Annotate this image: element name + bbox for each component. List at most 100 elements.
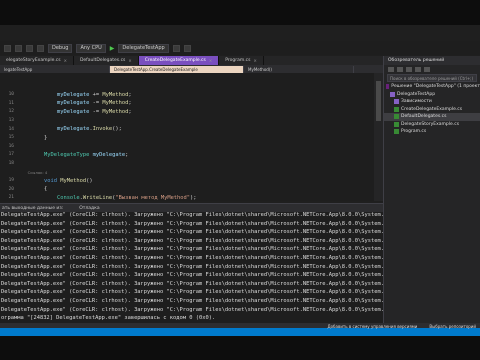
tree-item-label: DefaultDelegates.cs xyxy=(401,114,447,120)
output-line: DelegateTestApp.exe" (CoreCLR: clrhost).… xyxy=(1,220,383,227)
back-icon[interactable] xyxy=(388,66,394,72)
scrollbar-thumb[interactable] xyxy=(376,81,381,121)
project-icon xyxy=(390,91,395,97)
tab-0[interactable]: elegateStoryExample.cs × xyxy=(0,56,74,65)
repo-button[interactable]: Выбрать репозиторий xyxy=(429,324,476,329)
config-label: Debug xyxy=(52,45,69,51)
tree-item-label: Решение "DelegateTestApp" (1 проект xyxy=(391,84,480,90)
code-text: myDelegate -= MyMethod; xyxy=(56,100,132,107)
tree-item[interactable]: CreateDelegateExample.cs xyxy=(384,106,480,114)
tree-item-label: DelegateStoryExample.cs xyxy=(401,121,460,127)
status-bar xyxy=(0,328,480,336)
tree-item[interactable]: DefaultDelegates.cs xyxy=(384,113,480,121)
toolbar-icon[interactable] xyxy=(15,44,22,52)
csharp-file-icon xyxy=(394,121,399,127)
output-line: DelegateTestApp.exe" (CoreCLR: clrhost).… xyxy=(1,263,383,270)
line-number: 16 xyxy=(8,143,14,149)
line-number: 14 xyxy=(8,126,14,132)
output-line: DelegateTestApp.exe" (CoreCLR: clrhost).… xyxy=(1,237,383,244)
tab-3[interactable]: Program.cs × xyxy=(219,56,264,65)
tab-1[interactable]: DefaultDelegates.cs × xyxy=(74,56,139,65)
platform-dropdown[interactable]: Any CPU xyxy=(76,43,106,53)
dependencies-icon xyxy=(394,99,399,105)
tree-item[interactable]: Решение "DelegateTestApp" (1 проект xyxy=(384,83,480,91)
source-control-button[interactable]: Добавить в систему управления версиями xyxy=(327,324,417,329)
output-line: DelegateTestApp.exe" (CoreCLR: clrhost).… xyxy=(1,289,383,296)
line-number: 11 xyxy=(8,100,14,106)
toolbar-icon[interactable] xyxy=(37,44,44,52)
output-line: DelegateTestApp.exe" (CoreCLR: clrhost).… xyxy=(1,254,383,261)
home-icon[interactable] xyxy=(406,66,412,72)
output-source-dropdown[interactable]: Отладка xyxy=(79,206,99,211)
code-line[interactable]: 21 Console.WriteLine("Вызван метод MyMet… xyxy=(0,193,197,201)
toolbar-icon[interactable] xyxy=(26,44,33,52)
output-line: DelegateTestApp.exe" (CoreCLR: clrhost).… xyxy=(1,212,383,218)
line-number: 18 xyxy=(8,161,14,166)
solution-explorer-title: Обозреватель решений xyxy=(384,56,480,65)
code-text: myDelegate -= MyMethod; xyxy=(56,108,132,115)
editor-tabs: elegateStoryExample.cs × DefaultDelegates.… xyxy=(0,56,383,65)
output-header: ать выходные данные из: Отладка xyxy=(0,204,383,212)
tab-label: Program.cs xyxy=(225,58,251,63)
class-nav[interactable]: DelegateTestApp.CreateDelegateExample xyxy=(110,65,244,73)
tab-label: CreateDelegateExample.cs xyxy=(144,58,206,63)
output-line: DelegateTestApp.exe" (CoreCLR: clrhost).… xyxy=(1,306,383,313)
run-target-label: DelegateTestApp xyxy=(122,45,165,51)
tree-item[interactable]: Program.cs xyxy=(384,128,480,136)
line-number: 19 xyxy=(8,178,14,184)
navigation-bar: legateTestApp DelegateTestApp.CreateDele… xyxy=(0,65,383,73)
tree-item[interactable]: Зависимости xyxy=(384,98,480,106)
toolbar-icon[interactable] xyxy=(4,44,11,52)
tree-item-label: Зависимости xyxy=(401,99,432,105)
tree-item[interactable]: DelegateTestApp xyxy=(384,91,480,99)
solution-explorer-toolbar xyxy=(384,65,480,73)
csharp-file-icon xyxy=(394,106,399,112)
code-line[interactable]: 12 myDelegate -= MyMethod; xyxy=(0,107,132,116)
run-icon[interactable]: ▶ xyxy=(110,45,115,52)
csharp-file-icon xyxy=(394,114,399,120)
output-source-label: ать выходные данные из: xyxy=(2,205,64,211)
solution-icon xyxy=(386,84,390,90)
line-number: 20 xyxy=(8,186,14,192)
line-number: 13 xyxy=(8,118,14,123)
member-nav[interactable]: MyMethod() xyxy=(244,65,354,73)
line-number: 12 xyxy=(8,109,14,115)
toolbar-icon[interactable] xyxy=(172,44,180,52)
collapse-icon[interactable] xyxy=(424,66,430,72)
output-line: DelegateTestApp.exe" (CoreCLR: clrhost).… xyxy=(1,272,383,279)
code-text: { xyxy=(18,186,48,193)
line-number: 21 xyxy=(8,195,14,201)
project-nav[interactable]: legateTestApp xyxy=(0,65,110,73)
code-line[interactable]: 17 MyDelegateType myDelegate; xyxy=(0,150,129,159)
main-toolbar: Debug Any CPU ▶ DelegateTestApp xyxy=(0,41,480,55)
editor-scrollbar[interactable] xyxy=(374,73,383,201)
toolbar-icon[interactable] xyxy=(183,44,191,52)
forward-icon[interactable] xyxy=(397,66,403,72)
line-number: 10 xyxy=(8,92,14,98)
code-editor[interactable]: 10 myDelegate += MyMethod; 11 myDelegate … xyxy=(0,73,383,201)
code-text: Ссылок: 4 xyxy=(18,169,48,175)
output-panel: ать выходные данные из: Отладка Delegate… xyxy=(0,203,383,323)
output-line: DelegateTestApp.exe" (CoreCLR: clrhost).… xyxy=(1,246,383,253)
tree-item[interactable]: DelegateStoryExample.cs xyxy=(384,121,480,129)
tab-2[interactable]: CreateDelegateExample.cs × xyxy=(138,56,220,65)
run-target-dropdown[interactable]: DelegateTestApp xyxy=(118,43,169,53)
config-dropdown[interactable]: Debug xyxy=(48,43,73,53)
output-text: DelegateTestApp.exe" (CoreCLR: clrhost).… xyxy=(0,212,383,324)
close-icon[interactable]: × xyxy=(64,58,67,63)
csharp-file-icon xyxy=(394,129,399,135)
close-icon[interactable]: × xyxy=(253,58,256,63)
platform-label: Any CPU xyxy=(80,45,102,51)
solution-tree: Решение "DelegateTestApp" (1 проект Deleg… xyxy=(384,83,480,136)
sync-icon[interactable] xyxy=(415,66,421,72)
solution-search-input[interactable]: Поиск в обозревателе решений (Ctrl+;) xyxy=(387,74,477,82)
tree-item-label: CreateDelegateExample.cs xyxy=(401,106,463,112)
code-text: void MyMethod() xyxy=(43,177,93,184)
status-actions: Добавить в систему управления версиями В… xyxy=(327,324,476,329)
close-icon[interactable]: × xyxy=(128,58,131,63)
code-text: myDelegate += MyMethod; xyxy=(56,91,132,98)
tree-item-label: Program.cs xyxy=(401,129,427,135)
close-icon[interactable]: × xyxy=(209,58,212,63)
output-line: DelegateTestApp.exe" (CoreCLR: clrhost).… xyxy=(1,229,383,236)
tab-label: DefaultDelegates.cs xyxy=(79,58,126,63)
